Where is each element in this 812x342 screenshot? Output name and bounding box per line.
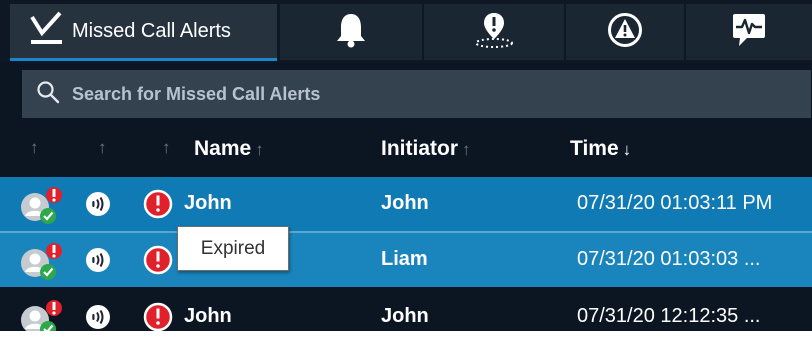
missed-call-alerts-panel: Missed Call Alerts Search for Missed Cal… [0,0,812,331]
column-header-initiator[interactable]: Initiator ↑ [381,137,471,161]
missed-alert-icon[interactable] [143,245,173,280]
audio-call-icon [84,246,112,279]
audio-call-icon [84,190,112,223]
missed-alert-icon[interactable] [143,189,173,224]
heartbeat-chat-icon [731,11,767,54]
sort-descending-icon: ↓ [622,140,632,159]
tab-warnings[interactable] [566,4,684,60]
table-row[interactable]: John John 07/31/20 12:12:35 ... [0,290,812,331]
table-row[interactable]: Liam 07/31/20 01:03:03 ... [0,233,812,287]
tab-missed-call-alerts[interactable]: Missed Call Alerts [10,4,277,61]
row-initiator: John [381,192,429,214]
user-status-icon [19,186,65,229]
search-input[interactable] [70,82,811,106]
row-name: John [184,305,232,327]
row-time: 07/31/20 01:03:03 ... [577,248,761,270]
user-status-icon [19,242,65,285]
check-underline-icon [28,11,64,52]
location-pin-alert-icon [472,11,516,54]
sort-arrow-icon[interactable]: ↑ [162,138,171,158]
table-header: ↑ ↑ ↑ Name ↑ Initiator ↑ Time ↓ [0,124,812,176]
tab-location-alerts[interactable] [424,4,564,60]
missed-alert-icon[interactable] [143,302,173,331]
column-header-label: Time [570,137,619,160]
column-header-label: Name [194,137,252,160]
warning-circle-icon [607,12,643,53]
sort-arrow-icon[interactable]: ↑ [30,138,39,158]
sort-arrow-icon[interactable]: ↑ [98,138,107,158]
sort-ascending-icon: ↑ [255,140,264,159]
row-initiator: Liam [381,248,428,270]
sort-ascending-icon: ↑ [462,140,471,159]
tab-notifications[interactable] [280,4,422,60]
row-time: 07/31/20 12:12:35 ... [577,305,761,327]
tab-health[interactable] [686,4,812,60]
column-header-name[interactable]: Name ↑ [194,137,264,161]
column-header-time[interactable]: Time ↓ [570,137,631,161]
row-initiator: John [381,305,429,327]
tab-bar: Missed Call Alerts [0,0,812,63]
table-row[interactable]: John John 07/31/20 01:03:11 PM [0,177,812,231]
tab-label: Missed Call Alerts [72,19,231,42]
search-icon [36,80,60,109]
expired-tooltip: Expired [177,226,289,271]
bell-icon [334,12,368,53]
audio-call-icon [84,303,112,331]
search-bar[interactable] [22,70,811,118]
row-time: 07/31/20 01:03:11 PM [577,192,773,214]
row-name: John [184,192,232,214]
column-header-label: Initiator [381,137,458,160]
user-status-icon [19,299,65,331]
